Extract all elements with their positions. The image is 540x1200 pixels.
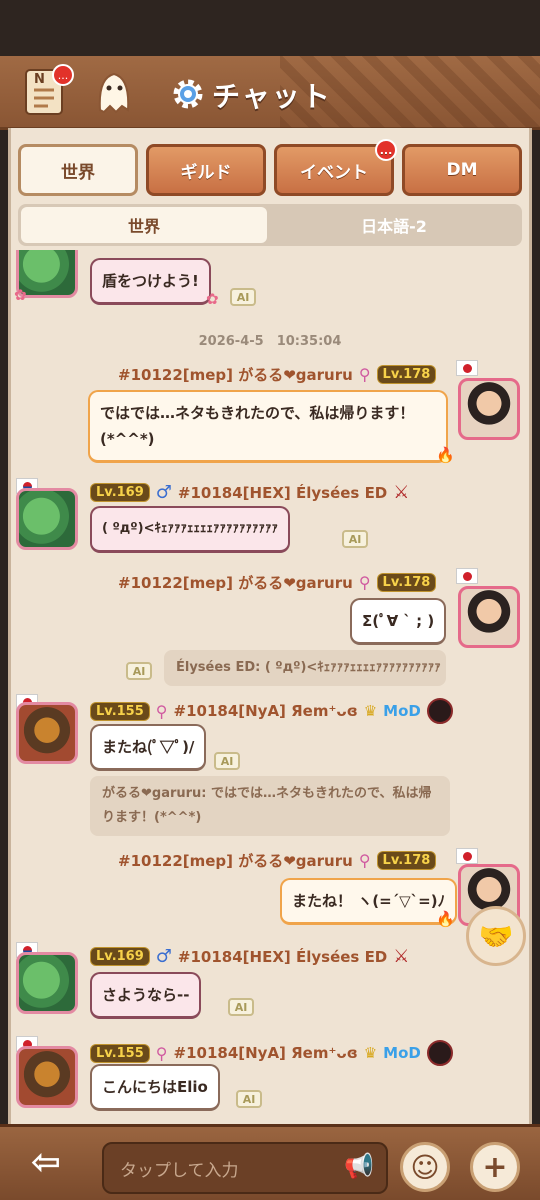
mod-badge: MoD	[383, 702, 421, 720]
message-bubble[interactable]: ( ºдº)<ｷｪｧｧｧｪｪｪｪｧｧｧｧｧｧｧｧｧｧ	[90, 506, 290, 553]
flame-icon: 🔥	[436, 910, 455, 928]
message-header: Lv.169 ♂ #10184[HEX] Élysées ED ⚔	[90, 482, 409, 503]
megaphone-icon[interactable]: 📢	[344, 1152, 374, 1180]
flame-icon: 🔥	[436, 446, 455, 464]
message-header: Lv.169 ♂ #10184[HEX] Élysées ED ⚔	[90, 946, 409, 967]
level-badge: Lv.169	[90, 947, 150, 966]
level-badge: Lv.178	[376, 851, 437, 870]
tab-guild[interactable]: ギルド	[146, 144, 266, 196]
flower-icon: ✿	[14, 286, 27, 304]
tab-world[interactable]: 世界	[18, 144, 138, 196]
flower-icon: ✿	[206, 290, 219, 308]
sender-name[interactable]: #10184[HEX] Élysées ED	[178, 484, 387, 502]
message-header: #10122[mep] がるる❤garuru ⚲ Lv.178	[118, 850, 437, 871]
message-bubble[interactable]: またね！ ヽ(=´▽`=)ﾉ	[280, 878, 458, 925]
translation-quote: Élysées ED: ( ºдº)<ｷｪｧｧｧｪｪｪｪｧｧｧｧｧｧｧｧｧｧ	[164, 650, 446, 686]
smiley-icon: ☺	[410, 1150, 440, 1184]
avatar[interactable]	[16, 1046, 78, 1108]
tab-label: ギルド	[180, 162, 232, 183]
tab-event[interactable]: イベント...	[274, 139, 397, 196]
ring-icon: ⚲	[358, 851, 371, 870]
avatar[interactable]	[16, 488, 78, 550]
ghost-icon[interactable]	[92, 66, 144, 122]
message-bubble[interactable]: ではでは…ネタもきれたので、私は帰ります！(*^^*)	[88, 390, 448, 463]
emoji-button[interactable]: ☺	[400, 1142, 450, 1192]
timestamp: 2026-4-5 10:35:04	[198, 334, 342, 349]
level-badge: Lv.155	[90, 701, 150, 721]
flag-jp-icon	[456, 360, 478, 376]
message-bubble[interactable]: 盾をつけよう!	[90, 258, 211, 305]
subtab-japanese-2[interactable]: 日本語-2	[270, 207, 518, 243]
crown-icon: ♛	[363, 1044, 378, 1062]
tab-label: イベント	[300, 162, 368, 183]
ai-translate-icon[interactable]: AI	[214, 752, 240, 770]
tab-dm[interactable]: DM	[402, 144, 522, 196]
event-badge: ...	[375, 139, 397, 161]
sender-name[interactable]: #10122[mep] がるる❤garuru	[118, 364, 353, 385]
sender-name[interactable]: #10184[NyA] Яem⁺ᴗɞ	[174, 702, 358, 720]
message-header: Lv.155 ⚲ #10184[NyA] Яem⁺ᴗɞ ♛ MoD	[90, 698, 453, 724]
level-badge: Lv.155	[90, 1043, 150, 1063]
message-bubble[interactable]: さようなら--	[90, 972, 202, 1019]
ai-translate-icon[interactable]: AI	[228, 998, 254, 1016]
message-bubble[interactable]: またね(ﾟ▽ﾟ)/	[90, 724, 207, 771]
message-bubble[interactable]: こんにちはElio	[90, 1064, 220, 1111]
ring-icon: ⚲	[155, 701, 168, 721]
add-button[interactable]: +	[470, 1142, 520, 1192]
sender-name[interactable]: #10184[NyA] Яem⁺ᴗɞ	[174, 1044, 358, 1062]
level-badge: Lv.169	[90, 483, 150, 502]
male-icon: ♂	[155, 946, 172, 967]
crown-icon: ♛	[363, 702, 378, 720]
flag-jp-icon	[456, 568, 478, 584]
handshake-icon[interactable]: 🤝	[466, 906, 526, 966]
guild-emblem-icon: ⚔	[393, 946, 410, 967]
news-icon[interactable]: N ...	[22, 64, 74, 120]
avatar[interactable]	[16, 702, 78, 764]
input-placeholder: タップして入力	[120, 1160, 239, 1181]
mod-badge: MoD	[383, 1044, 421, 1062]
message-bubble[interactable]: Σ(ﾟ∀ ` ; )	[350, 598, 447, 645]
gear-icon	[170, 76, 206, 112]
ai-translate-icon[interactable]: AI	[126, 662, 152, 680]
sender-name[interactable]: #10122[mep] がるる❤garuru	[118, 850, 353, 871]
page-title: チャット	[212, 80, 332, 113]
guild-crest-icon	[426, 1040, 453, 1066]
ai-translate-icon[interactable]: AI	[342, 530, 368, 548]
avatar[interactable]	[16, 952, 78, 1014]
male-icon: ♂	[155, 482, 172, 503]
tab-label: 世界	[61, 162, 95, 183]
flag-jp-icon	[456, 848, 478, 864]
status-bar	[0, 0, 540, 56]
ai-translate-icon[interactable]: AI	[236, 1090, 262, 1108]
ring-icon: ⚲	[358, 365, 371, 384]
language-subtabs: 世界 日本語-2	[18, 204, 522, 246]
guild-crest-icon	[426, 698, 453, 724]
message-header: #10122[mep] がるる❤garuru ⚲ Lv.178	[118, 364, 437, 385]
level-badge: Lv.178	[376, 573, 437, 592]
news-badge: ...	[52, 64, 74, 86]
sender-name[interactable]: #10184[HEX] Élysées ED	[178, 948, 387, 966]
back-arrow-icon[interactable]: ⇦	[22, 1140, 70, 1184]
message-header: Lv.155 ⚲ #10184[NyA] Яem⁺ᴗɞ ♛ MoD	[90, 1040, 453, 1066]
level-badge: Lv.178	[376, 365, 437, 384]
avatar[interactable]	[458, 586, 520, 648]
subtab-world[interactable]: 世界	[21, 207, 267, 243]
translation-quote: がるる❤garuru: ではでは…ネタもきれたので、私は帰ります！(*^^*)	[90, 776, 450, 836]
ring-icon: ⚲	[358, 573, 371, 592]
sender-name[interactable]: #10122[mep] がるる❤garuru	[118, 572, 353, 593]
news-icon-letter: N	[34, 72, 45, 87]
guild-emblem-icon: ⚔	[393, 482, 410, 503]
ai-translate-icon[interactable]: AI	[230, 288, 256, 306]
ring-icon: ⚲	[155, 1043, 168, 1063]
message-feed[interactable]: ✿ 盾をつけよう! ✿ AI 2026-4-5 10:35:04 #10122[…	[8, 250, 532, 1120]
plus-icon: +	[482, 1149, 508, 1185]
message-header: #10122[mep] がるる❤garuru ⚲ Lv.178	[118, 572, 437, 593]
tab-label: DM	[446, 160, 478, 180]
channel-tabs: 世界 ギルド イベント... DM	[18, 139, 522, 196]
avatar[interactable]	[458, 378, 520, 440]
